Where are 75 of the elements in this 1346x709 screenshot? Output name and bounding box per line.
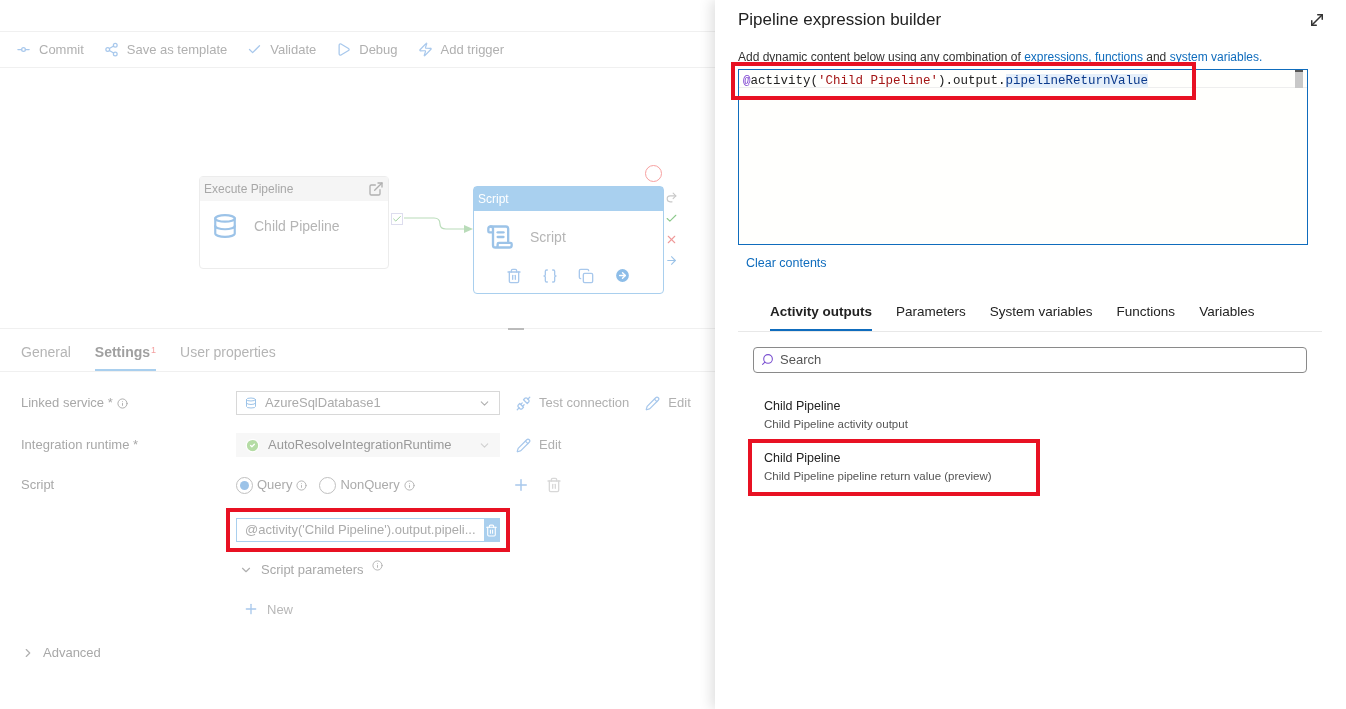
connector-line (404, 214, 473, 234)
info-icon (371, 560, 383, 572)
link-button[interactable]: Edit (645, 393, 691, 413)
go-icon[interactable] (614, 267, 631, 284)
toolbar-button[interactable]: Validate (247, 39, 317, 60)
search-icon (761, 352, 774, 366)
toolbar-button[interactable]: Commit (16, 39, 84, 60)
section-label[interactable]: Advanced (43, 643, 101, 663)
completion-port-icon[interactable] (665, 254, 678, 267)
success-port-icon[interactable] (665, 212, 678, 225)
code-line: @activity('Child Pipeline').output.pipelineReturnValue (739, 69, 1307, 88)
failure-port-icon[interactable] (665, 233, 678, 246)
code-icon[interactable] (542, 267, 558, 284)
expression-editor[interactable]: @activity('Child Pipeline').output.pipelineReturnValue (738, 68, 1308, 245)
new-button[interactable]: New (243, 599, 694, 619)
info-icon (403, 479, 415, 491)
node-header: Execute Pipeline (204, 181, 294, 198)
radio-label: NonQuery (340, 476, 400, 495)
delete-icon[interactable] (506, 267, 522, 284)
field-label: Integration runtime * (21, 436, 139, 455)
clear-contents-link[interactable]: Clear contents (746, 253, 827, 273)
tab[interactable]: Activity outputs (770, 302, 872, 331)
activity-node[interactable]: Execute Pipeline Child Pipeline (199, 176, 389, 269)
section-label[interactable]: Script parameters (261, 560, 364, 580)
tab[interactable]: Functions (1116, 302, 1176, 331)
field-label: Linked service * (21, 394, 113, 413)
scrollbar (1295, 69, 1303, 88)
dropdown-value: AutoResolveIntegrationRuntime (268, 436, 453, 455)
tab[interactable]: Variables (1199, 302, 1255, 331)
template-icon (103, 42, 119, 57)
plug-icon (516, 395, 531, 411)
copy-icon[interactable] (578, 267, 594, 284)
output-list-item[interactable]: Child Pipeline Child Pipeline activity output (764, 396, 908, 434)
tab[interactable]: General (21, 341, 71, 371)
help-link[interactable]: expressions, (1024, 49, 1092, 64)
item-title: Child Pipeline (764, 449, 842, 467)
info-icon (116, 397, 128, 409)
skip-port-icon[interactable] (665, 191, 678, 204)
edit-icon (645, 395, 661, 411)
panel-title: Pipeline expression builder (738, 9, 942, 31)
open-icon (368, 181, 384, 197)
check-circle-icon (245, 437, 260, 453)
dropdown-value: AzureSqlDatabase1 (265, 394, 382, 413)
output-list-item[interactable]: Child Pipeline Child Pipeline pipeline return value (preview) (748, 438, 1040, 496)
node-name: Child Pipeline (254, 216, 340, 236)
item-title: Child Pipeline (764, 397, 842, 415)
help-link[interactable]: functions (1094, 49, 1143, 64)
radio-label: Query (257, 476, 293, 495)
resize-handle[interactable] (508, 328, 524, 330)
toolbar-button[interactable]: Add trigger (417, 39, 505, 60)
node-name: Script (530, 227, 566, 247)
debug-icon (336, 42, 352, 57)
link-button[interactable]: Test connection (516, 393, 630, 413)
tab[interactable]: Parameters (896, 302, 966, 331)
delete-icon[interactable] (546, 477, 562, 493)
activity-node[interactable]: Script Script (473, 186, 664, 294)
item-subtitle: Child Pipeline pipeline return value (preview) (764, 469, 992, 485)
field-label: Script (21, 476, 55, 495)
toolbar-button[interactable]: Debug (336, 39, 398, 60)
item-subtitle: Child Pipeline activity output (764, 417, 908, 433)
info-icon (296, 479, 308, 491)
database-icon (245, 397, 257, 409)
toolbar-button[interactable]: Save as template (103, 39, 228, 60)
search-field[interactable]: Search (753, 346, 1307, 373)
linked-service-dropdown[interactable]: AzureSqlDatabase1 (236, 391, 500, 415)
tab[interactable]: Settings$^{1}$ (94, 341, 157, 371)
add-icon[interactable] (512, 476, 530, 494)
node-header: Script (478, 191, 509, 208)
help-link[interactable]: system variables. (1169, 49, 1263, 64)
trigger-icon (417, 42, 433, 57)
tab[interactable]: System variables (989, 302, 1093, 331)
script-icon (486, 223, 514, 251)
tab[interactable]: User properties (180, 341, 276, 371)
success-port-icon[interactable] (391, 213, 403, 225)
edit-icon (516, 437, 531, 453)
